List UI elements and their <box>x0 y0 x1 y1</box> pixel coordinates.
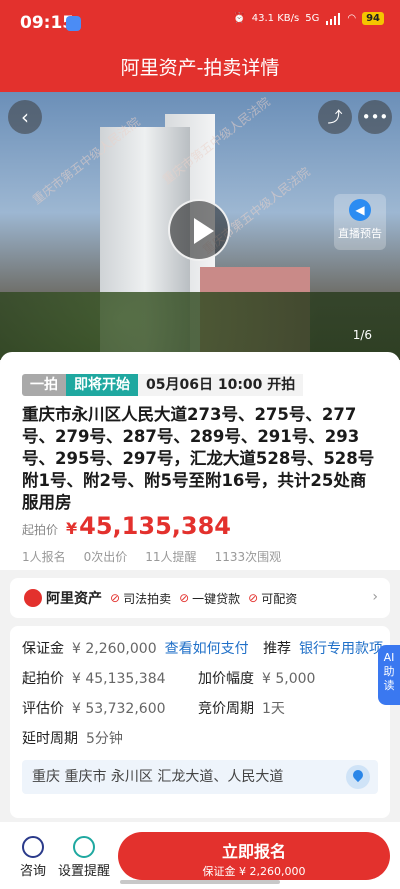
deposit-value: ¥ 2,260,000 <box>72 641 157 657</box>
feature-loan: 一键贷款 <box>192 591 241 606</box>
reminder-label: 设置提醒 <box>58 864 111 879</box>
starting-price: 45,135,384 <box>79 512 231 540</box>
speaker-icon: ◀ <box>349 199 371 221</box>
ai-reading-button[interactable]: AI 助 读 <box>378 645 400 705</box>
register-label: 立即报名 <box>221 842 286 861</box>
alibaba-assets-logo-icon <box>24 589 42 607</box>
more-button[interactable]: ••• <box>358 100 392 134</box>
wifi-icon: ◠ <box>347 13 357 24</box>
register-deposit: 保证金 ¥ 2,260,000 <box>202 865 306 878</box>
brand-bar[interactable]: 阿里资产 ⊘ 司法拍卖 ⊘ 一键贷款 ⊘ 可配资 › <box>10 578 390 618</box>
chevron-right-icon: › <box>372 589 378 605</box>
brand-name: 阿里资产 <box>46 591 102 607</box>
bank-account-link[interactable]: 银行专用款项 <box>299 641 383 657</box>
play-video-button[interactable] <box>168 199 230 261</box>
start-suffix: 开拍 <box>267 377 296 393</box>
consult-button[interactable]: 咨询 <box>20 836 46 879</box>
appraisal-row: 评估价 ¥ 53,732,600 <box>22 698 166 718</box>
auction-tags: 一拍 即将开始 05月06日 10:00 开拍 <box>22 374 304 396</box>
stat-views: 1133次围观 <box>214 550 282 564</box>
ai-label-3: 读 <box>383 679 395 692</box>
start-time: 05月06日 10:00 开拍 <box>138 374 304 396</box>
signal-icon <box>326 12 341 25</box>
app-notification-icon <box>66 16 81 31</box>
check-icon: ⊘ <box>248 591 259 605</box>
battery-icon: 94 <box>362 12 384 25</box>
starting-price-row: 起拍价 ¥ 45,135,384 <box>22 512 231 540</box>
start-date: 05月06日 10:00 <box>146 377 263 393</box>
period-value: 1天 <box>262 701 285 717</box>
start-price-value: ¥ 45,135,384 <box>72 671 166 687</box>
delay-row: 延时周期 5分钟 <box>22 728 123 748</box>
headset-icon <box>22 836 44 858</box>
net-speed: 43.1 KB/s <box>251 13 300 24</box>
trees-shape <box>0 292 400 360</box>
stat-reminders: 11人提醒 <box>145 550 197 564</box>
round-tag: 一拍 <box>22 374 66 396</box>
how-to-pay-link[interactable]: 查看如何支付 <box>165 641 249 657</box>
register-now-button[interactable]: 立即报名 保证金 ¥ 2,260,000 <box>118 832 390 880</box>
check-icon: ⊘ <box>179 591 190 605</box>
appraisal-label: 评估价 <box>22 701 64 717</box>
ai-label-2: 助 <box>383 665 395 678</box>
alarm-icon: ⏰ <box>233 13 246 24</box>
check-icon: ⊘ <box>110 591 121 605</box>
recommend-label: 推荐 <box>263 641 292 657</box>
start-price-row: 起拍价 ¥ 45,135,384 <box>22 668 166 688</box>
live-preview-button[interactable]: ◀ 直播预告 <box>334 194 386 250</box>
auction-details: 保证金 ¥ 2,260,000 查看如何支付 推荐 银行专用款项 起拍价 ¥ 45,13… <box>10 626 390 818</box>
auction-stats: 1人报名 0次出价 11人提醒 1133次围观 <box>22 548 281 565</box>
feature-financing: 可配资 <box>261 591 298 606</box>
status-badge: 即将开始 <box>66 374 138 396</box>
back-button[interactable]: ‹ <box>8 100 42 134</box>
property-photo[interactable]: 重庆市第五中级人民法院 重庆市第五中级人民法院 重庆市第五中级人民法院 ‹ ⤴ … <box>0 92 400 360</box>
page-title: 阿里资产-拍卖详情 <box>0 48 400 92</box>
deposit-label: 保证金 <box>22 641 64 657</box>
stat-bids: 0次出价 <box>83 550 128 564</box>
appraisal-value: ¥ 53,732,600 <box>72 701 166 717</box>
auction-card: 一拍 即将开始 05月06日 10:00 开拍 重庆市永川区人民大道273号、2… <box>0 352 400 570</box>
delay-value: 5分钟 <box>86 731 123 747</box>
ai-label: AI <box>383 651 395 664</box>
auction-title: 重庆市永川区人民大道273号、275号、277号、279号、287号、289号、… <box>22 405 375 512</box>
delay-label: 延时周期 <box>22 731 78 747</box>
price-label: 起拍价 <box>22 523 59 537</box>
increment-value: ¥ 5,000 <box>262 671 316 687</box>
stat-registered: 1人报名 <box>22 550 66 564</box>
alarm-clock-icon <box>73 836 95 858</box>
bottom-action-bar: 咨询 设置提醒 立即报名 保证金 ¥ 2,260,000 <box>0 822 400 889</box>
address-text: 重庆 重庆市 永川区 汇龙大道、人民大道 <box>32 769 284 785</box>
network-type: 5G <box>305 13 320 24</box>
status-bar: 09:15 ⏰ 43.1 KB/s 5G ◠ 94 <box>0 0 400 48</box>
address-bar[interactable]: 重庆 重庆市 永川区 汇龙大道、人民大道 <box>22 760 378 794</box>
period-row: 竞价周期 1天 <box>198 698 285 718</box>
status-icons: ⏰ 43.1 KB/s 5G ◠ 94 <box>233 12 384 25</box>
period-label: 竞价周期 <box>198 701 254 717</box>
increment-row: 加价幅度 ¥ 5,000 <box>198 668 315 688</box>
feature-judicial: 司法拍卖 <box>123 591 172 606</box>
map-pin-icon[interactable] <box>346 765 370 789</box>
start-price-label: 起拍价 <box>22 671 64 687</box>
increment-label: 加价幅度 <box>198 671 254 687</box>
consult-label: 咨询 <box>20 864 47 879</box>
photo-page-indicator: 1/6 <box>352 328 372 342</box>
home-indicator[interactable] <box>120 880 280 884</box>
live-preview-label: 直播预告 <box>338 227 382 240</box>
currency-symbol: ¥ <box>66 519 78 538</box>
deposit-row: 保证金 ¥ 2,260,000 查看如何支付 推荐 银行专用款项 <box>22 638 383 658</box>
share-button[interactable]: ⤴ <box>318 100 352 134</box>
set-reminder-button[interactable]: 设置提醒 <box>58 836 110 879</box>
